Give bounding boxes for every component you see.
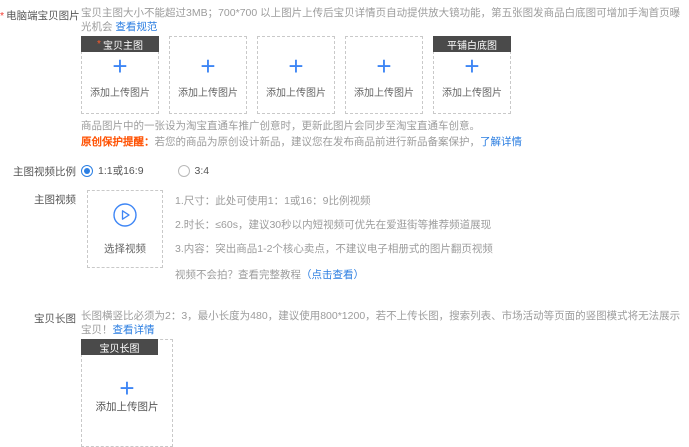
- radio-label: 1:1或16:9: [98, 163, 144, 178]
- row-long-image: 宝贝长图 长图横竖比必须为2：3，最小长度为480，建议使用800*1200，若…: [0, 309, 689, 447]
- tab-white-background: 平铺白底图: [433, 36, 511, 52]
- video-tutorial-link[interactable]: （点击查看）: [301, 269, 364, 281]
- upload-box-main-image-3[interactable]: + 添加上传图片: [257, 36, 335, 114]
- field-label-pc-images: *电脑端宝贝图片: [0, 6, 81, 23]
- upload-box-label: 添加上传图片: [178, 84, 238, 99]
- view-rules-link[interactable]: 查看规范: [115, 21, 157, 33]
- row-main-video: 主图视频 选择视频 1.尺寸：此处可使用1：1或16：9比例视频 2.时长：≤6…: [0, 190, 689, 282]
- upload-box-label: 添加上传图片: [90, 84, 150, 99]
- original-protection-note: 原创保护提醒：若您的商品为原创设计新品，建议您在发布商品前进行新品备案保护，了解…: [81, 136, 689, 149]
- plus-icon: +: [119, 377, 134, 399]
- row-video-ratio: 主图视频比例 1:1或16:9 3:4: [0, 162, 689, 179]
- upload-box-long-image[interactable]: + 添加上传图片: [81, 339, 173, 447]
- video-ratio-radio-group: 1:1或16:9 3:4: [81, 162, 689, 178]
- field-label-main-video: 主图视频: [0, 190, 81, 207]
- video-tip-size: 1.尺寸：此处可使用1：1或16：9比例视频: [175, 195, 493, 208]
- upload-box-main-image-4[interactable]: + 添加上传图片: [345, 36, 423, 114]
- original-protection-body: 若您的商品为原创设计新品，建议您在发布商品前进行新品备案保护，: [155, 136, 481, 148]
- upload-box-label: 添加上传图片: [354, 84, 414, 99]
- video-tip-content: 3.内容：突出商品1-2个核心卖点，不建议电子相册式的图片翻页视频: [175, 243, 493, 256]
- tab-main-image: *宝贝主图: [81, 36, 159, 52]
- ztc-sync-note: 商品图片中的一张设为淘宝直通车推广创意时，更新此图片会同步至淘宝直通车创意。: [81, 120, 689, 133]
- product-publish-form: *电脑端宝贝图片 宝贝主图大小不能超过3MB；700*700 以上图片上传后宝贝…: [0, 0, 689, 447]
- plus-icon: +: [200, 55, 215, 77]
- required-asterisk: *: [0, 10, 4, 22]
- upload-box-white-background[interactable]: 平铺白底图 + 添加上传图片: [433, 36, 511, 114]
- field-label-video-ratio: 主图视频比例: [0, 162, 81, 179]
- radio-ratio-1-1-or-16-9[interactable]: 1:1或16:9: [81, 163, 144, 178]
- tab-white-background-label: 平铺白底图: [447, 37, 497, 52]
- radio-unselected-icon: [178, 165, 190, 177]
- upload-box-main-image-2[interactable]: + 添加上传图片: [169, 36, 247, 114]
- radio-ratio-3-4[interactable]: 3:4: [178, 165, 210, 177]
- video-tips: 1.尺寸：此处可使用1：1或16：9比例视频 2.时长：≤60s，建议30秒以内…: [175, 190, 493, 282]
- tab-main-image-label: 宝贝主图: [103, 37, 143, 52]
- images-description-text: 宝贝主图大小不能超过3MB；700*700 以上图片上传后宝贝详情页自动提供放大…: [81, 7, 680, 33]
- select-video-box[interactable]: 选择视频: [87, 190, 163, 268]
- long-image-upload-wrap: 宝贝长图 + 添加上传图片: [81, 339, 173, 447]
- upload-box-main-image-1[interactable]: *宝贝主图 + 添加上传图片: [81, 36, 159, 114]
- images-description: 宝贝主图大小不能超过3MB；700*700 以上图片上传后宝贝详情页自动提供放大…: [81, 6, 689, 34]
- video-help-text: 视频不会拍？查看完整教程: [175, 269, 301, 281]
- play-icon: [112, 202, 138, 231]
- tab-long-image: 宝贝长图: [81, 339, 158, 355]
- video-help-line: 视频不会拍？查看完整教程（点击查看）: [175, 267, 493, 282]
- upload-box-label: 添加上传图片: [442, 84, 502, 99]
- plus-icon: +: [376, 55, 391, 77]
- plus-icon: +: [464, 55, 479, 77]
- upload-box-label: 添加上传图片: [266, 84, 326, 99]
- required-asterisk: *: [97, 39, 101, 50]
- original-protection-prefix: 原创保护提醒：: [81, 136, 155, 148]
- field-label-text: 电脑端宝贝图片: [6, 10, 80, 22]
- field-label-long-image: 宝贝长图: [0, 309, 81, 326]
- plus-icon: +: [288, 55, 303, 77]
- video-tip-duration: 2.时长：≤60s，建议30秒以内短视频可优先在爱逛街等推荐频道展现: [175, 219, 493, 232]
- long-image-description-text: 长图横竖比必须为2：3，最小长度为480，建议使用800*1200，若不上传长图…: [81, 310, 680, 336]
- main-image-upload-list: *宝贝主图 + 添加上传图片 + 添加上传图片 + 添加上传图片 + 添加上传图…: [81, 36, 689, 114]
- radio-selected-icon: [81, 165, 93, 177]
- learn-more-link[interactable]: 了解详情: [480, 136, 522, 148]
- plus-icon: +: [112, 55, 127, 77]
- row-pc-images: *电脑端宝贝图片 宝贝主图大小不能超过3MB；700*700 以上图片上传后宝贝…: [0, 6, 689, 149]
- upload-box-label: 添加上传图片: [96, 399, 159, 414]
- radio-label: 3:4: [195, 165, 210, 177]
- long-image-description: 长图横竖比必须为2：3，最小长度为480，建议使用800*1200，若不上传长图…: [81, 309, 689, 337]
- long-image-details-link[interactable]: 查看详情: [113, 324, 155, 336]
- select-video-label: 选择视频: [104, 241, 146, 256]
